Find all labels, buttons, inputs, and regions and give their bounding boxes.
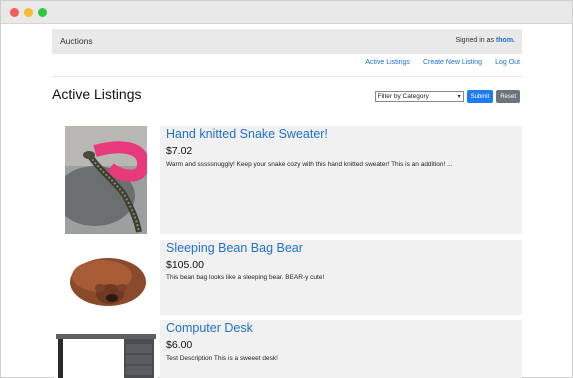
header-divider bbox=[52, 76, 522, 77]
nav-active-listings-link[interactable]: Active Listings bbox=[365, 59, 410, 66]
computer-desk-image[interactable] bbox=[54, 332, 158, 378]
browser-window: Auctions Signed in as thom. Active Listi… bbox=[0, 0, 573, 378]
submit-button[interactable]: Submit bbox=[466, 90, 494, 103]
listing-card: Sleeping Bean Bag Bear $105.00 This bean… bbox=[160, 240, 522, 315]
listing-description: Test Description This is a sweeet desk! bbox=[166, 355, 278, 362]
listing-title-link[interactable]: Computer Desk bbox=[166, 321, 253, 335]
nav-logout-link[interactable]: Log Out bbox=[495, 59, 520, 66]
category-filter-select[interactable]: Filter by Category ▾ bbox=[374, 91, 464, 102]
signed-in-prefix: Signed in as bbox=[455, 37, 494, 44]
category-filter-form: Filter by Category ▾ Submit Reset bbox=[374, 90, 520, 103]
snake-sweater-image[interactable] bbox=[65, 126, 147, 234]
page-title: Active Listings bbox=[52, 86, 142, 102]
listing-card: Hand knitted Snake Sweater! $7.02 Warm a… bbox=[160, 126, 522, 234]
listing-item: Hand knitted Snake Sweater! $7.02 Warm a… bbox=[52, 126, 522, 234]
signed-in-status: Signed in as thom. bbox=[455, 37, 515, 44]
bear-bean-bag-image[interactable] bbox=[62, 242, 150, 312]
nav-create-listing-link[interactable]: Create New Listing bbox=[423, 59, 482, 66]
signed-in-username: thom. bbox=[495, 37, 515, 44]
site-brand[interactable]: Auctions bbox=[60, 36, 93, 46]
category-filter-value: Filter by Category bbox=[377, 93, 429, 100]
listing-title-link[interactable]: Hand knitted Snake Sweater! bbox=[166, 127, 328, 141]
maximize-window-icon[interactable] bbox=[38, 8, 47, 17]
listing-item: Computer Desk $6.00 Test Description Thi… bbox=[52, 320, 522, 378]
listing-card: Computer Desk $6.00 Test Description Thi… bbox=[160, 320, 522, 378]
listing-price: $7.02 bbox=[166, 145, 193, 157]
listing-description: This bean bag looks like a sleeping bear… bbox=[166, 274, 325, 281]
minimize-window-icon[interactable] bbox=[24, 8, 33, 17]
listing-item: Sleeping Bean Bag Bear $105.00 This bean… bbox=[52, 240, 522, 315]
window-titlebar bbox=[1, 1, 572, 24]
reset-button[interactable]: Reset bbox=[496, 90, 520, 103]
close-window-icon[interactable] bbox=[10, 8, 19, 17]
chevron-down-icon: ▾ bbox=[457, 94, 461, 100]
nav-links: Active Listings Create New Listing Log O… bbox=[365, 59, 520, 66]
listing-price: $105.00 bbox=[166, 259, 204, 271]
site-header: Auctions Signed in as thom. bbox=[52, 29, 522, 54]
listing-price: $6.00 bbox=[166, 339, 193, 351]
listing-title-link[interactable]: Sleeping Bean Bag Bear bbox=[166, 241, 303, 255]
listing-description: Warm and sssssnuggly! Keep your snake co… bbox=[166, 161, 453, 168]
